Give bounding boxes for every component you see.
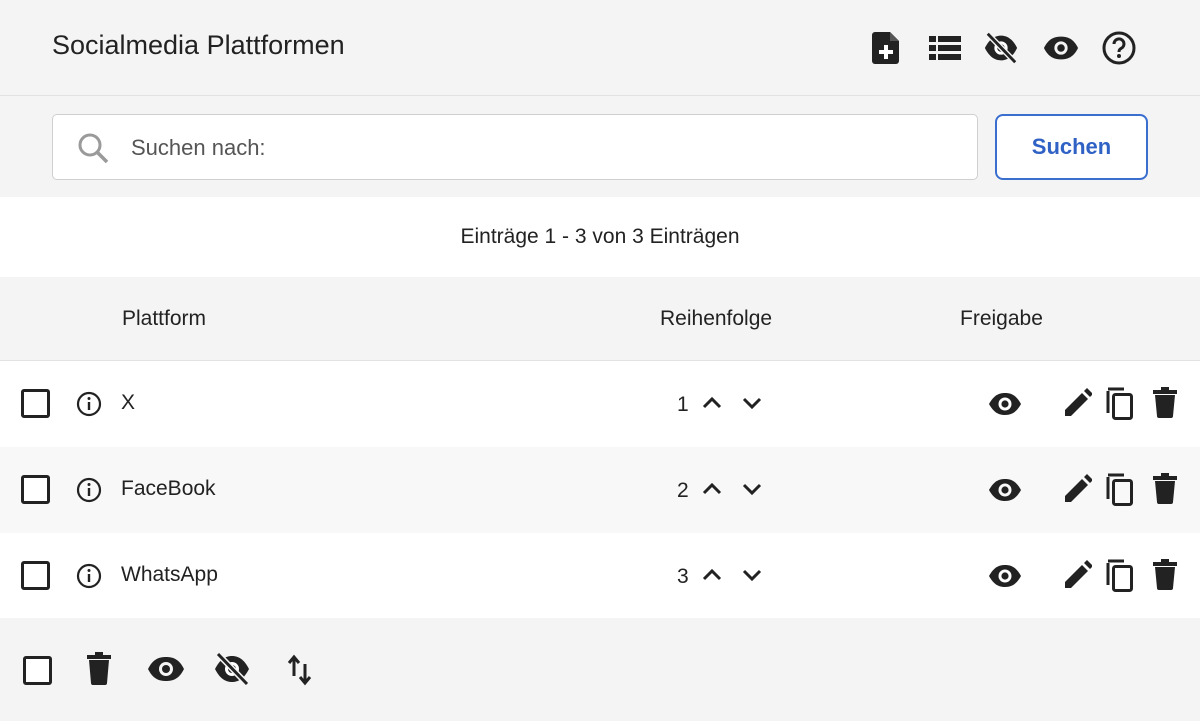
search-button[interactable]: Suchen <box>995 114 1148 180</box>
eye-off-icon[interactable] <box>213 652 251 686</box>
move-down-icon[interactable] <box>740 477 764 501</box>
row-checkbox[interactable] <box>21 389 50 418</box>
row-checkbox[interactable] <box>21 561 50 590</box>
add-document-icon[interactable] <box>868 30 904 66</box>
table-row: FaceBook 2 <box>0 447 1200 533</box>
trash-icon[interactable] <box>1152 473 1178 505</box>
trash-icon[interactable] <box>86 652 112 686</box>
edit-icon[interactable] <box>1062 559 1092 591</box>
move-up-icon[interactable] <box>700 477 724 501</box>
trash-icon[interactable] <box>1152 559 1178 591</box>
search-bar: Suchen <box>0 96 1200 197</box>
order-value: 2 <box>677 479 689 502</box>
order-value: 1 <box>677 393 689 416</box>
column-header-visibility: Freigabe <box>960 307 1043 330</box>
column-header-platform: Plattform <box>122 307 207 330</box>
page-header: Socialmedia Plattformen <box>0 0 1200 96</box>
copy-icon[interactable] <box>1104 385 1136 421</box>
move-down-icon[interactable] <box>740 391 764 415</box>
help-icon[interactable] <box>1101 30 1137 66</box>
search-input[interactable] <box>131 129 951 167</box>
info-icon[interactable] <box>76 477 102 503</box>
copy-icon[interactable] <box>1104 471 1136 507</box>
platform-name: WhatsApp <box>121 563 218 586</box>
order-value: 3 <box>677 565 689 588</box>
list-icon[interactable] <box>927 30 963 66</box>
edit-icon[interactable] <box>1062 387 1092 419</box>
platform-name: X <box>121 391 136 414</box>
move-down-icon[interactable] <box>740 563 764 587</box>
sort-icon[interactable] <box>287 654 313 686</box>
platform-name: FaceBook <box>121 477 216 500</box>
eye-icon[interactable] <box>1043 30 1079 66</box>
entries-summary: Einträge 1 - 3 von 3 Einträgen <box>0 197 1200 277</box>
copy-icon[interactable] <box>1104 557 1136 593</box>
eye-icon[interactable] <box>988 560 1022 592</box>
select-all-checkbox[interactable] <box>23 656 52 685</box>
eye-icon[interactable] <box>988 474 1022 506</box>
column-header-order: Reihenfolge <box>660 307 773 330</box>
move-up-icon[interactable] <box>700 391 724 415</box>
table-row: X 1 <box>0 361 1200 447</box>
eye-off-icon[interactable] <box>983 30 1019 66</box>
trash-icon[interactable] <box>1152 387 1178 419</box>
page-title: Socialmedia Plattformen <box>52 30 345 60</box>
info-icon[interactable] <box>76 391 102 417</box>
search-box <box>52 114 978 180</box>
search-icon <box>77 132 109 164</box>
eye-icon[interactable] <box>147 654 185 684</box>
table-header: Plattform Reihenfolge Freigabe <box>0 277 1200 361</box>
table-row: WhatsApp 3 <box>0 533 1200 619</box>
row-checkbox[interactable] <box>21 475 50 504</box>
info-icon[interactable] <box>76 563 102 589</box>
move-up-icon[interactable] <box>700 563 724 587</box>
bulk-actions-bar <box>0 618 1200 721</box>
edit-icon[interactable] <box>1062 473 1092 505</box>
eye-icon[interactable] <box>988 388 1022 420</box>
